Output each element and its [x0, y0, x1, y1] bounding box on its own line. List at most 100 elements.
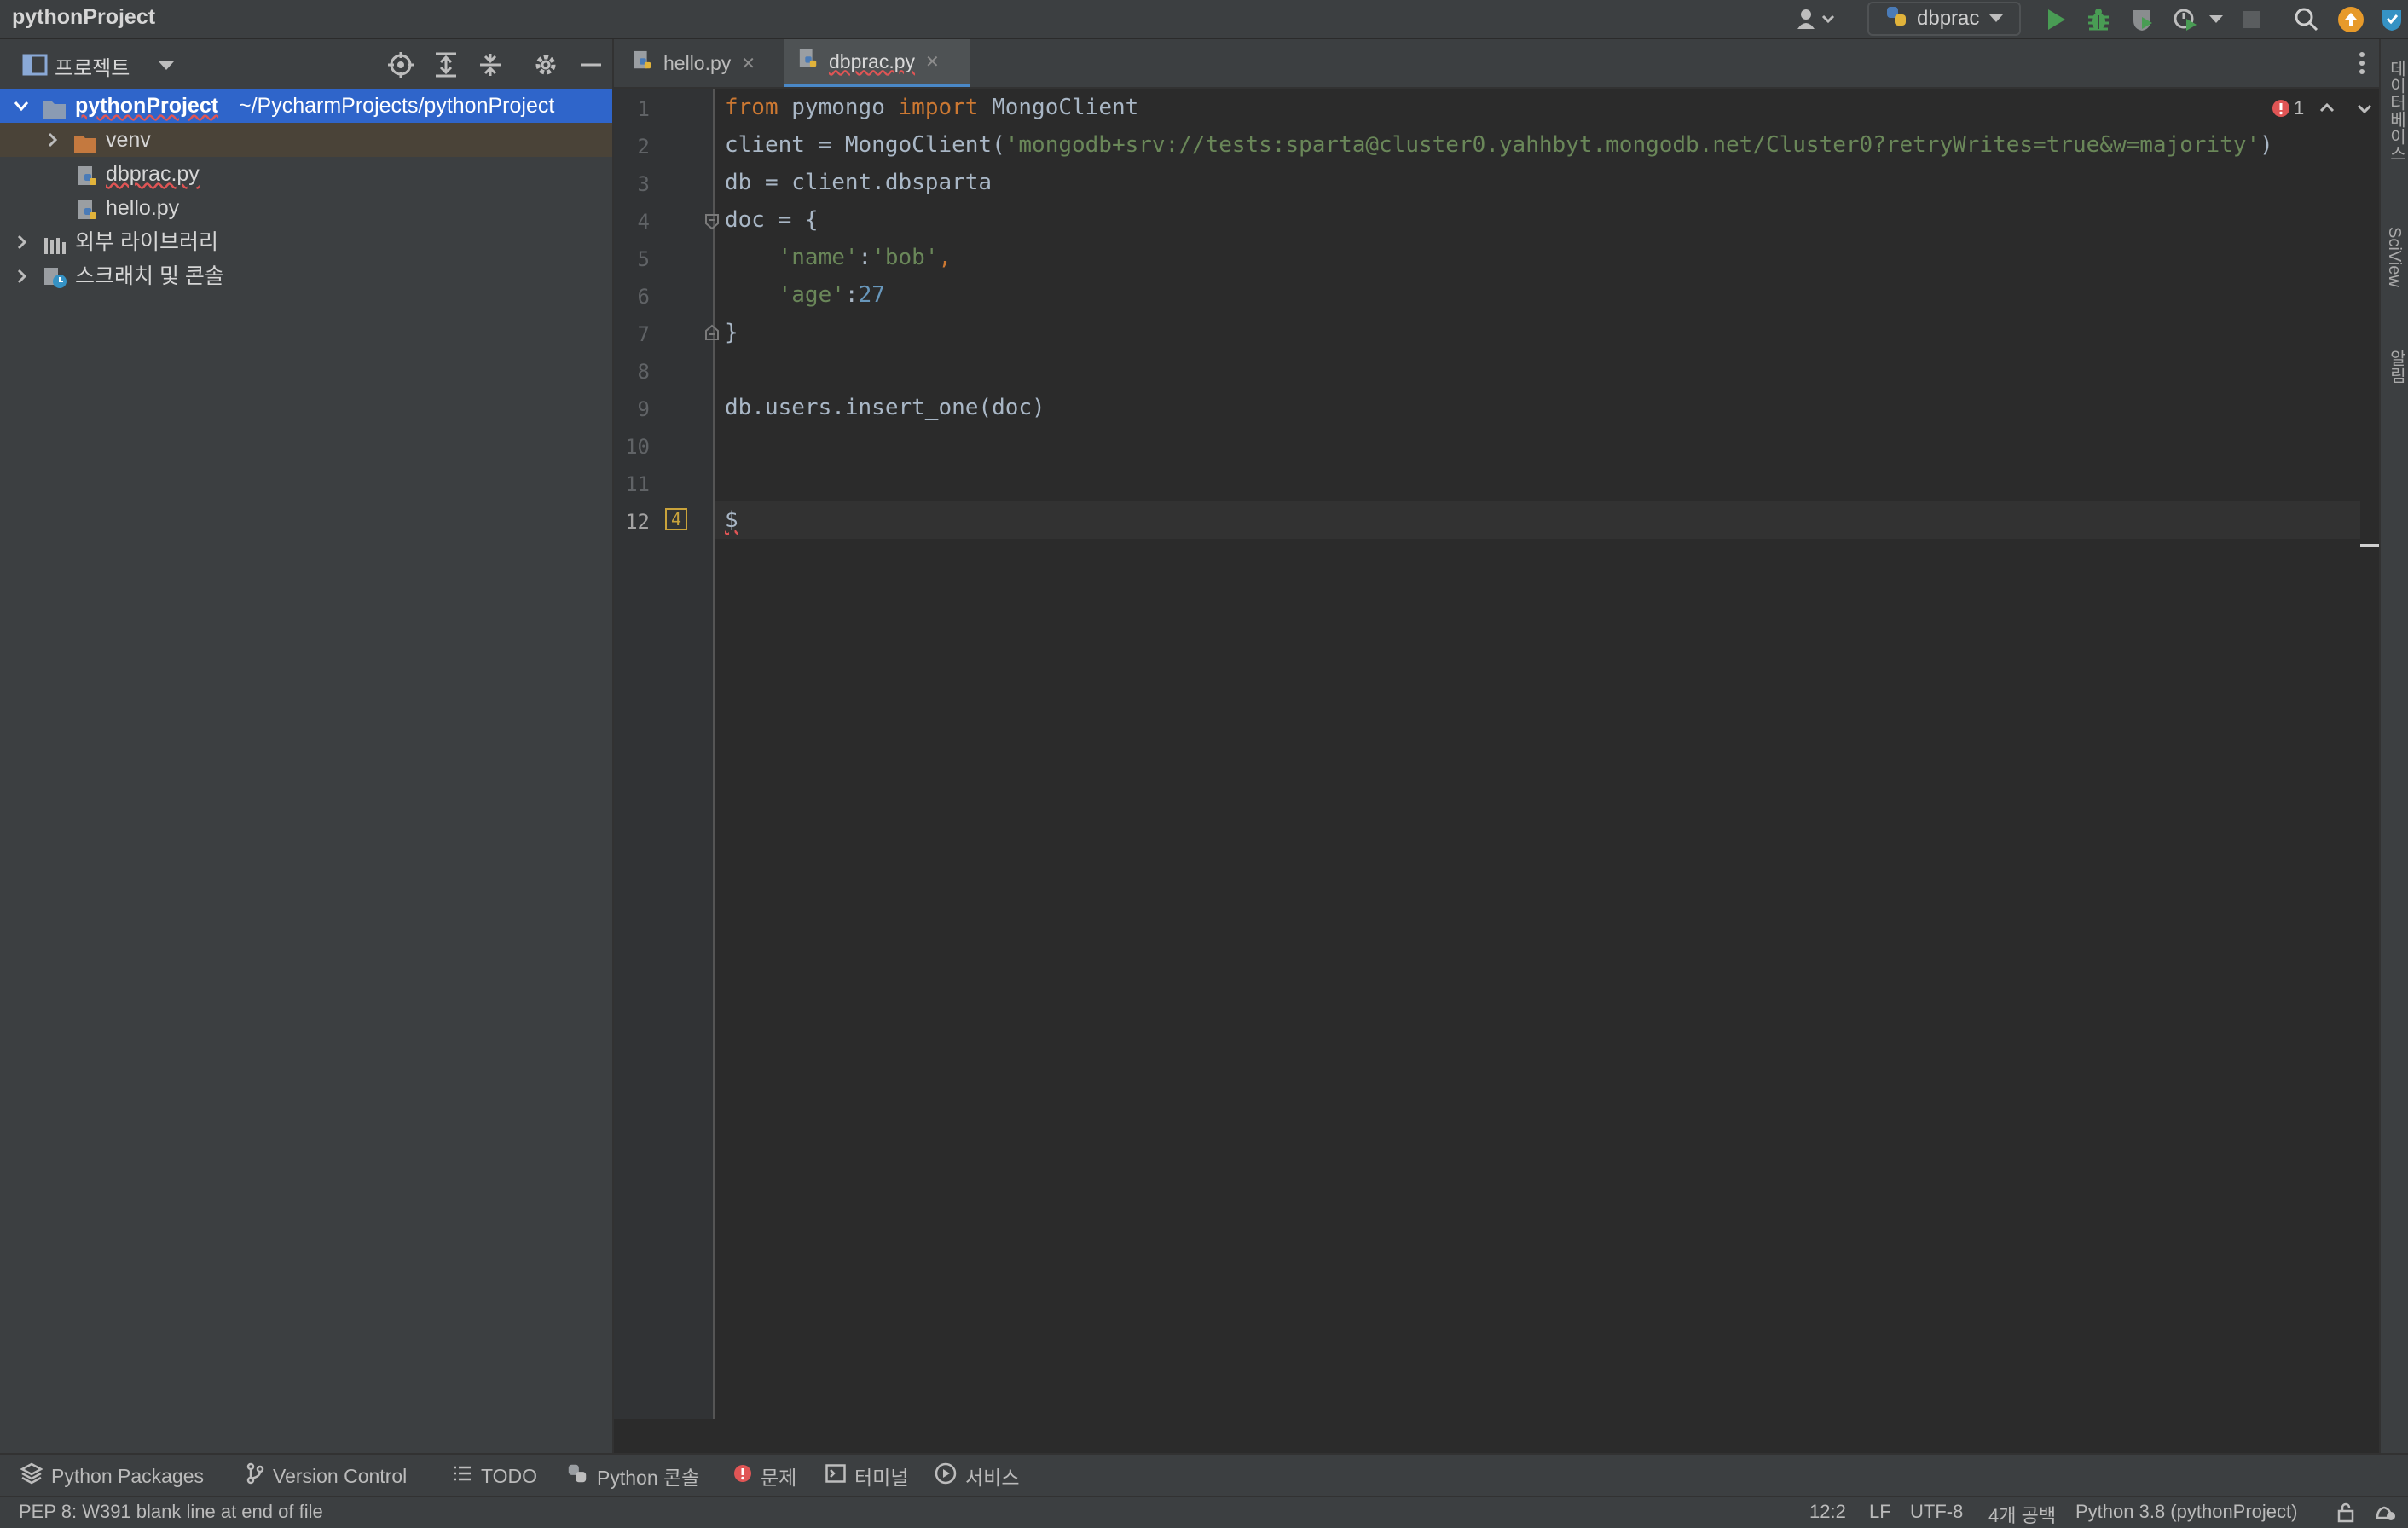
- status-line-separator[interactable]: LF: [1869, 1501, 1891, 1523]
- python-icon: [1884, 4, 1908, 34]
- project-view-icon: [22, 53, 48, 80]
- code-editor[interactable]: [715, 89, 2360, 1419]
- project-panel-title[interactable]: 프로젝트: [55, 51, 130, 81]
- update-icon[interactable]: [2335, 3, 2367, 36]
- stop-icon[interactable]: [2236, 3, 2266, 36]
- app-title: pythonProject: [12, 5, 156, 29]
- tree-item-external-libraries[interactable]: 외부 라이브러리: [0, 225, 612, 259]
- status-message: PEP 8: W391 blank line at end of file: [19, 1501, 323, 1522]
- tree-root-path: ~/PycharmProjects/pythonProject: [239, 94, 555, 118]
- chevron-down-icon: [1988, 7, 2005, 31]
- tool-window-sciview[interactable]: SciView: [2384, 227, 2404, 287]
- tool-label: 서비스: [965, 1467, 1020, 1489]
- tool-problems[interactable]: 문제: [733, 1461, 796, 1490]
- code-token: import: [898, 95, 979, 120]
- status-encoding[interactable]: UTF-8: [1910, 1501, 1963, 1523]
- tree-item-venv[interactable]: venv: [0, 123, 612, 157]
- tree-item-hello[interactable]: hello.py: [0, 191, 612, 225]
- hide-panel-icon[interactable]: [578, 51, 604, 82]
- run-configuration-label: dbprac: [1917, 7, 1980, 30]
- chevron-right-icon[interactable]: [12, 259, 31, 304]
- error-icon[interactable]: [2272, 99, 2290, 121]
- tab-dbprac[interactable]: dbprac.py ✕: [784, 39, 970, 87]
- tree-item-dbprac[interactable]: dbprac.py: [0, 157, 612, 191]
- collapse-all-icon[interactable]: [478, 51, 503, 82]
- code-token: ,: [938, 245, 952, 270]
- tool-services[interactable]: 서비스: [935, 1461, 1019, 1490]
- code-line-9: db.users.insert_one(doc): [725, 395, 1045, 420]
- tool-label: 터미널: [854, 1467, 909, 1489]
- gutter-badge[interactable]: 4: [665, 508, 687, 530]
- python-file-icon: [77, 198, 99, 219]
- code-line-5: 'name':'bob',: [725, 239, 952, 276]
- line-number: 6: [637, 285, 650, 309]
- python-file-icon: [77, 164, 99, 185]
- locate-file-icon[interactable]: [387, 51, 414, 82]
- notifications-icon[interactable]: [2372, 1502, 2396, 1528]
- tree-label-dbprac: dbprac.py: [106, 162, 200, 186]
- fold-marker-icon[interactable]: [704, 213, 720, 234]
- tool-python-console[interactable]: Python 콘솔: [566, 1461, 699, 1490]
- close-icon[interactable]: ✕: [925, 51, 940, 72]
- tree-item-scratches[interactable]: 스크래치 및 콘솔: [0, 259, 612, 293]
- plugin-icon[interactable]: [2377, 3, 2406, 36]
- lock-icon[interactable]: [2336, 1502, 2355, 1528]
- line-number: 8: [637, 360, 650, 384]
- code-token: client = MongoClient(: [725, 132, 1005, 158]
- code-line-4: doc = {: [725, 207, 819, 233]
- chevron-down-icon[interactable]: [2355, 99, 2374, 121]
- user-icon[interactable]: [1791, 3, 1842, 36]
- line-number: 11: [625, 472, 650, 496]
- branch-icon: [246, 1462, 264, 1490]
- tool-window-notifications[interactable]: 알림: [2384, 350, 2408, 384]
- code-token: 'age': [778, 282, 845, 308]
- folder-icon: [73, 130, 96, 153]
- line-number: 4: [637, 210, 650, 234]
- tool-todo[interactable]: TODO: [452, 1461, 537, 1490]
- gear-icon[interactable]: [532, 51, 559, 82]
- profile-icon[interactable]: [2169, 3, 2202, 36]
- tab-hello[interactable]: hello.py ✕: [619, 39, 781, 87]
- code-token: ): [2260, 132, 2273, 158]
- current-line-highlight: [715, 501, 2360, 539]
- code-token: MongoClient: [978, 95, 1139, 120]
- tool-python-packages[interactable]: Python Packages: [20, 1461, 204, 1490]
- chevron-down-icon[interactable]: [157, 53, 176, 80]
- tab-label: hello.py: [663, 51, 732, 74]
- search-icon[interactable]: [2290, 3, 2323, 36]
- line-number: 10: [625, 435, 650, 459]
- code-line-3: db = client.dbsparta: [725, 170, 993, 195]
- tool-window-database[interactable]: 데이터베이스: [2384, 60, 2408, 162]
- status-interpreter[interactable]: Python 3.8 (pythonProject): [2075, 1501, 2297, 1523]
- close-icon[interactable]: ✕: [741, 53, 755, 74]
- tree-item-project-root[interactable]: pythonProject ~/PycharmProjects/pythonPr…: [0, 89, 612, 123]
- code-token: 'mongodb+srv://tests:sparta@cluster0.yah…: [1004, 132, 2260, 158]
- list-icon: [452, 1464, 472, 1488]
- status-indent[interactable]: 4개 공백: [1988, 1501, 2056, 1528]
- code-line-7: }: [725, 320, 738, 345]
- tool-label: 문제: [761, 1467, 797, 1489]
- more-options-icon[interactable]: [2357, 49, 2367, 80]
- layers-icon: [20, 1462, 43, 1490]
- chevron-down-icon[interactable]: [2203, 3, 2229, 36]
- code-token: :: [858, 245, 872, 270]
- code-token: 'name': [778, 245, 859, 270]
- expand-all-icon[interactable]: [433, 51, 459, 82]
- run-icon[interactable]: [2040, 3, 2072, 36]
- code-token: pymongo: [778, 95, 899, 120]
- tool-terminal[interactable]: 터미널: [825, 1461, 908, 1490]
- run-configuration-select[interactable]: dbprac: [1867, 2, 2021, 36]
- fold-marker-icon[interactable]: [704, 324, 720, 344]
- terminal-icon: [825, 1464, 846, 1488]
- status-caret-position[interactable]: 12:2: [1809, 1501, 1846, 1523]
- line-number: 2: [637, 135, 650, 159]
- tree-label-scratches: 스크래치 및 콘솔: [75, 264, 224, 288]
- code-token: 27: [858, 282, 885, 308]
- error-count: 1: [2294, 97, 2305, 119]
- debug-icon[interactable]: [2082, 3, 2115, 36]
- status-bar: PEP 8: W391 blank line at end of file 12…: [0, 1496, 2408, 1528]
- chevron-up-icon[interactable]: [2318, 99, 2336, 121]
- coverage-icon[interactable]: [2127, 3, 2159, 36]
- tool-version-control[interactable]: Version Control: [246, 1461, 407, 1490]
